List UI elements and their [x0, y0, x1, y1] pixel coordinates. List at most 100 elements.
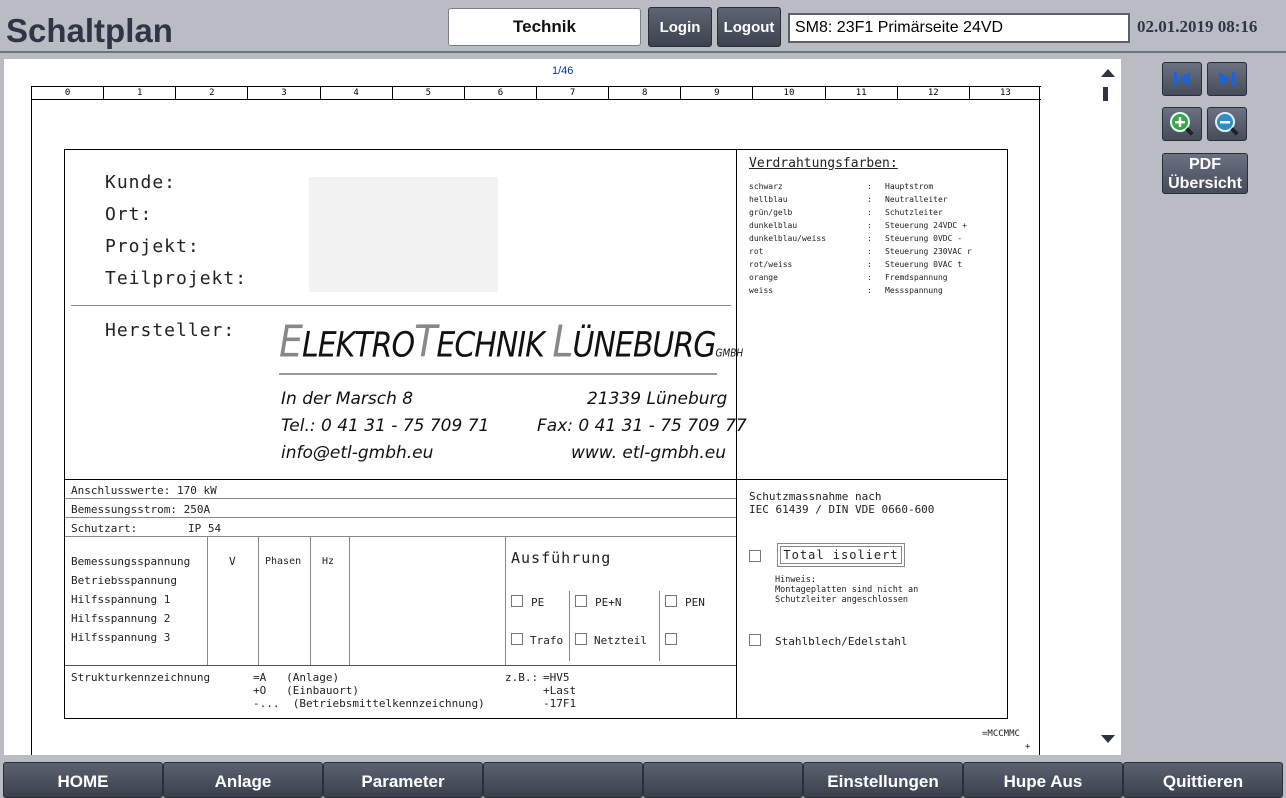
empty-button-2[interactable]: [643, 762, 803, 798]
wiring-row: orange: Fremdspannung: [749, 273, 948, 282]
home-button[interactable]: HOME: [3, 762, 163, 798]
checkbox-other[interactable]: [665, 633, 677, 645]
wiring-row: schwarz: Hauptstrom: [749, 182, 934, 191]
ruler-cell: 8: [609, 87, 682, 99]
checkbox-pen[interactable]: [665, 595, 677, 607]
page-title: Schaltplan: [6, 12, 173, 49]
pdf-overview-button[interactable]: PDF Übersicht: [1162, 153, 1248, 194]
wiring-row: rot: Steuerung 230VAC r: [749, 247, 972, 256]
empty-button-1[interactable]: [483, 762, 643, 798]
ruler-cell: 6: [465, 87, 537, 99]
label-trafo: Trafo: [530, 634, 564, 647]
divider: [258, 537, 259, 665]
divider: [65, 517, 736, 518]
parameter-button[interactable]: Parameter: [323, 762, 483, 798]
checkbox-total-isoliert[interactable]: [749, 550, 761, 562]
divider: [310, 537, 311, 665]
address-email: info@etl-gmbh.eu: [281, 443, 434, 463]
zoom-in-icon: [1170, 112, 1194, 136]
ruler-cell: 12: [898, 87, 970, 99]
ruler-cell: 3: [248, 87, 321, 99]
document-viewer[interactable]: 1/46 0 1 2 3 4 5 6 7 8 9 10 11 12 13 Kun…: [4, 59, 1121, 755]
wiring-row: grün/gelb: Schutzleiter: [749, 208, 943, 217]
spec-bemessungsstrom: Bemessungsstrom: 250A: [71, 503, 211, 516]
schutz-line2: IEC 61439 / DIN VDE 0660-600: [749, 503, 935, 516]
divider: [659, 591, 660, 661]
scroll-up-arrow-icon[interactable]: [1101, 69, 1115, 77]
anlage-button[interactable]: Anlage: [163, 762, 323, 798]
checkbox-pe[interactable]: [511, 595, 523, 607]
column-divider: [736, 150, 737, 718]
column-v: V: [229, 555, 236, 568]
column-phasen: Phasen: [265, 556, 302, 567]
corner-tag: =MCCMMC: [982, 729, 1020, 739]
label-ort: Ort:: [105, 204, 153, 225]
wiring-row: dunkelblau/weiss: Steuerung 0VDC -: [749, 234, 963, 243]
pdf-label-line2: Übersicht: [1168, 175, 1242, 192]
divider: [207, 537, 208, 665]
ruler-cell: 9: [681, 87, 754, 99]
address-fax: Fax: 0 41 31 - 75 709 77: [537, 416, 747, 436]
last-page-button[interactable]: [1207, 62, 1247, 96]
hinweis-line3: Schutzleiter angeschlossen: [775, 595, 909, 605]
first-page-button[interactable]: [1162, 62, 1202, 96]
label-pe-n: PE+N: [595, 596, 622, 609]
ruler-cell: 10: [753, 87, 826, 99]
address-web: www. etl-gmbh.eu: [571, 443, 726, 463]
logout-button[interactable]: Logout: [717, 7, 781, 47]
label-pen: PEN: [685, 596, 705, 609]
zb-line: =HV5: [543, 671, 570, 684]
divider: [65, 665, 736, 666]
ruler-cell: 13: [999, 88, 1011, 98]
wiring-row: rot/weiss: Steuerung 0VAC t: [749, 260, 963, 269]
divider: [65, 536, 736, 537]
header-bar: Schaltplan Technik Login Logout SM8: 23F…: [0, 0, 1286, 56]
voltage-row-label: Hilfsspannung 3: [71, 631, 171, 644]
customer-info-placeholder: [309, 177, 498, 292]
first-page-icon: [1174, 72, 1190, 86]
column-hz: Hz: [322, 556, 335, 567]
zoom-out-button[interactable]: [1207, 107, 1247, 141]
label-projekt: Projekt:: [105, 236, 200, 257]
spec-anschlusswerte: Anschlusswerte: 170 kW: [71, 484, 217, 497]
checkbox-stahlblech[interactable]: [749, 634, 761, 646]
struktur-label: Strukturkennzeichnung: [71, 671, 211, 684]
checkbox-trafo[interactable]: [511, 633, 523, 645]
einstellungen-button[interactable]: Einstellungen: [803, 762, 963, 798]
voltage-row-label: Bemessungsspannung: [71, 555, 191, 568]
struktur-line: -... (Betriebsmittelkennzeichnung): [253, 697, 485, 710]
label-stahlblech: Stahlblech/Edelstahl: [775, 635, 908, 648]
ruler-cell: 5: [393, 87, 465, 99]
voltage-row-label: Hilfsspannung 1: [71, 593, 171, 606]
label-kunde: Kunde:: [105, 172, 177, 193]
document-name-field[interactable]: SM8: 23F1 Primärseite 24VD: [788, 13, 1130, 43]
divider: [569, 591, 570, 661]
checkbox-pe-n[interactable]: [575, 595, 587, 607]
corner-tag-plus: +: [1025, 742, 1031, 752]
divider: [65, 479, 1007, 480]
ruler-cell: 7: [537, 87, 610, 99]
address-tel: Tel.: 0 41 31 - 75 709 71: [281, 416, 490, 436]
manufacturer-logo: ELEKTROTECHNIK LÜNEBURGGMBH: [279, 316, 744, 367]
logo-underline: [279, 373, 717, 375]
label-hersteller: Hersteller:: [105, 320, 236, 341]
hinweis-line2: Montageplatten sind nicht an: [775, 585, 919, 595]
address-city: 21339 Lüneburg: [587, 389, 728, 409]
user-level-field[interactable]: Technik: [448, 8, 641, 46]
ausfuehrung-title: Ausführung: [511, 549, 612, 567]
divider: [65, 498, 736, 499]
checkbox-netzteil[interactable]: [575, 633, 587, 645]
scroll-down-arrow-icon[interactable]: [1101, 735, 1115, 743]
wiring-row: hellblau: Neutralleiter: [749, 195, 948, 204]
wiring-row: dunkelblau: Steuerung 24VDC +: [749, 221, 967, 230]
quittieren-button[interactable]: Quittieren: [1123, 762, 1283, 798]
vertical-scrollbar[interactable]: [1093, 59, 1121, 755]
zoom-out-icon: [1215, 112, 1239, 136]
footer-nav: HOME Anlage Parameter Einstellungen Hupe…: [0, 762, 1286, 798]
login-button[interactable]: Login: [648, 7, 712, 47]
hupe-aus-button[interactable]: Hupe Aus: [963, 762, 1123, 798]
label-teilprojekt: Teilprojekt:: [105, 268, 248, 289]
scroll-thumb[interactable]: [1103, 87, 1108, 101]
struktur-line: +O (Einbauort): [253, 684, 359, 697]
zoom-in-button[interactable]: [1162, 107, 1202, 141]
